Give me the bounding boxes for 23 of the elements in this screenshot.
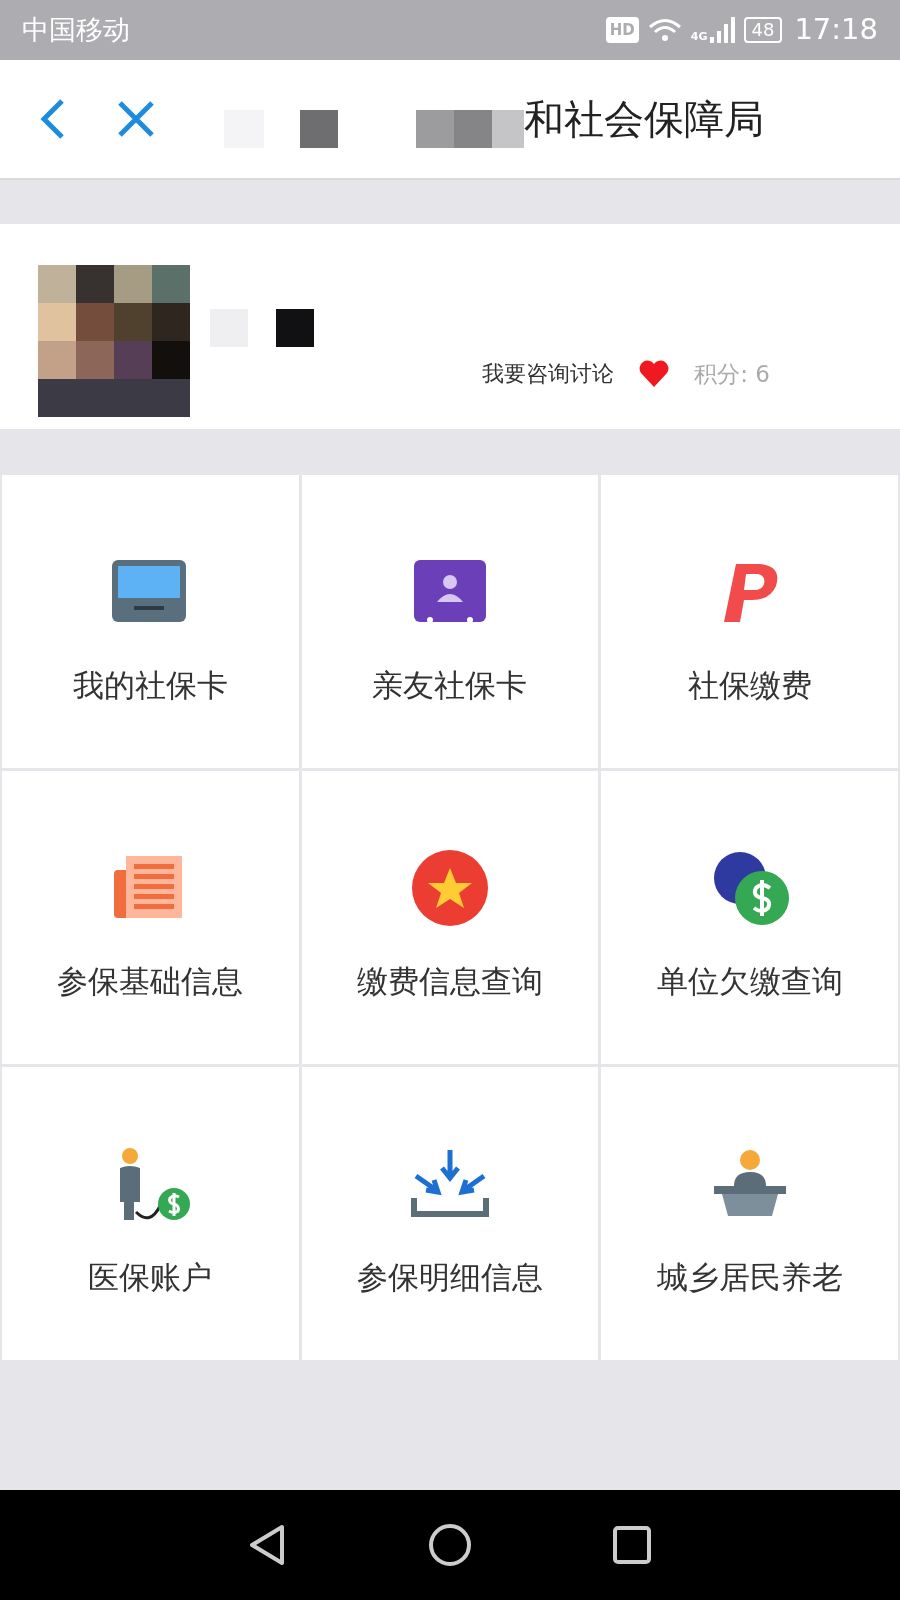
service-tile[interactable]: 城乡居民养老 [601,1067,898,1360]
battery-level: 48 [743,17,783,43]
wifi-icon [646,16,683,44]
carrier-name: 中国移动 [22,12,130,47]
hd-indicator: HD [605,16,639,44]
service-tile[interactable]: 参保明细信息 [301,1067,599,1360]
points-text: 积分: 6 [694,359,770,389]
service-tile[interactable]: 社保缴费 [601,475,898,768]
clock-time: 17:18 [794,11,878,49]
service-tile[interactable]: 我的社保卡 [2,475,299,768]
service-tile[interactable]: 单位欠缴查询 [601,771,898,1064]
service-tile[interactable]: 医保账户 [2,1067,299,1360]
recents-icon[interactable] [612,1525,652,1565]
page-title: 和社会保障局 [524,95,764,144]
home-icon[interactable] [428,1523,472,1567]
close-icon[interactable] [116,99,156,139]
service-tile[interactable]: 亲友社保卡 [301,475,599,768]
service-tile[interactable]: 参保基础信息 [2,771,299,1064]
signal-icon [707,15,736,45]
service-tile[interactable]: 缴费信息查询 [301,771,599,1064]
network-type: 4G [690,28,708,45]
heart-icon[interactable] [638,358,671,389]
consult-link[interactable]: 我要咨询讨论 [482,357,615,391]
